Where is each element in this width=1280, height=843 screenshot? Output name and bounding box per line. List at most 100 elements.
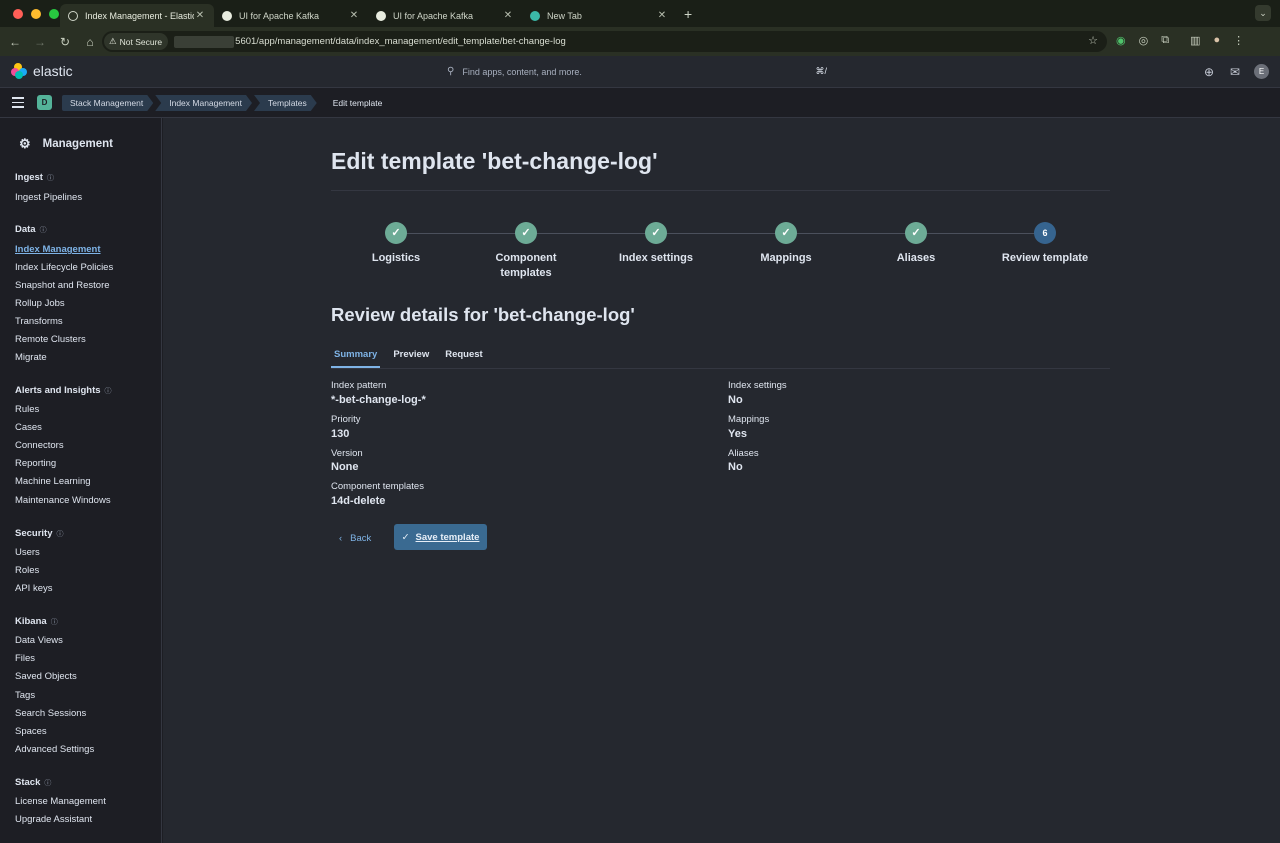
close-tab-icon[interactable]: ✕ (656, 10, 668, 21)
component-templates-label: Component templates (331, 481, 424, 492)
address-bar: ← → ↻ ⌂ ⚠ Not Secure 5601/app/management… (0, 27, 1280, 56)
space-avatar[interactable]: D (37, 95, 52, 110)
browser-tab[interactable]: New Tab ✕ (522, 4, 676, 27)
sidebar-item-ingest-pipelines[interactable]: Ingest Pipelines (15, 192, 82, 203)
back-arrow-icon[interactable]: ← (3, 35, 27, 49)
sidebar-item-migrate[interactable]: Migrate (15, 352, 47, 363)
extension-icon[interactable]: ◎ (1139, 34, 1149, 47)
info-icon[interactable]: ⓘ (44, 780, 51, 787)
browser-tab[interactable]: UI for Apache Kafka ✕ (214, 4, 368, 27)
browser-tab[interactable]: UI for Apache Kafka ✕ (368, 4, 522, 27)
minimize-window-button[interactable] (31, 8, 41, 19)
tab-request[interactable]: Request (442, 346, 485, 368)
menu-icon[interactable] (12, 97, 24, 111)
close-tab-icon[interactable]: ✕ (194, 10, 206, 21)
extension-icon[interactable]: ◉ (1116, 34, 1126, 47)
sidebar-group-security: Security ⓘ (15, 528, 64, 539)
info-icon[interactable]: ⓘ (105, 388, 112, 395)
tab-search-button[interactable]: ⌄ (1255, 5, 1271, 21)
info-icon[interactable]: ⓘ (40, 227, 47, 234)
new-tab-icon (530, 10, 540, 21)
gear-icon: ⚙ (19, 136, 31, 151)
sidebar-item-license-management[interactable]: License Management (15, 796, 106, 807)
reload-icon[interactable]: ↻ (53, 35, 77, 49)
sidebar-item-index-management[interactable]: Index Management (15, 244, 101, 255)
sidebar-item-spaces[interactable]: Spaces (15, 726, 47, 737)
home-icon[interactable]: ⌂ (78, 35, 102, 49)
security-indicator[interactable]: ⚠ Not Secure (104, 33, 169, 50)
sidepanel-icon[interactable]: ▥ (1190, 34, 1200, 47)
info-icon[interactable]: ⓘ (51, 619, 58, 626)
tab-summary[interactable]: Summary (331, 346, 381, 368)
sidebar-item-files[interactable]: Files (15, 653, 35, 664)
sidebar-item-remote-clusters[interactable]: Remote Clusters (15, 334, 86, 345)
back-button[interactable]: ‹ Back (333, 525, 377, 551)
management-sidebar: ⚙ Management Ingest ⓘ Ingest Pipelines Da… (0, 118, 162, 843)
info-icon[interactable]: ⓘ (57, 531, 64, 538)
close-tab-icon[interactable]: ✕ (348, 10, 360, 21)
news-feed-icon[interactable]: ✉ (1230, 65, 1240, 79)
url-text: 5601/app/management/data/index_managemen… (235, 36, 566, 47)
forward-arrow-icon[interactable]: → (28, 35, 52, 49)
avatar[interactable]: E (1254, 64, 1269, 79)
sidebar-item-users[interactable]: Users (15, 547, 40, 558)
sidebar-item-data-views[interactable]: Data Views (15, 635, 63, 646)
search-icon: ⚲ (447, 66, 455, 77)
sidebar-item-api-keys[interactable]: API keys (15, 583, 53, 594)
sidebar-item-snapshot-and-restore[interactable]: Snapshot and Restore (15, 280, 110, 291)
sidebar-item-maintenance-windows[interactable]: Maintenance Windows (15, 495, 111, 506)
sidebar-item-index-lifecycle-policies[interactable]: Index Lifecycle Policies (15, 262, 113, 273)
sidebar-item-transforms[interactable]: Transforms (15, 316, 63, 327)
elastic-logo[interactable]: elastic (11, 63, 73, 79)
step-label: Index settings (619, 252, 693, 264)
check-icon: ✓ (905, 222, 927, 244)
step-aliases[interactable]: ✓ Aliases (851, 222, 981, 266)
profile-icon[interactable]: ● (1213, 34, 1220, 47)
sidebar-item-cases[interactable]: Cases (15, 422, 42, 433)
bookmark-star-icon[interactable]: ☆ (1088, 34, 1098, 47)
step-component-templates[interactable]: ✓ Component templates (461, 222, 591, 281)
check-icon: ✓ (515, 222, 537, 244)
sidebar-item-roles[interactable]: Roles (15, 565, 39, 576)
browser-tab[interactable]: Index Management - Elastic ✕ (60, 4, 214, 27)
step-logistics[interactable]: ✓ Logistics (331, 222, 461, 266)
review-tabs: Summary Preview Request (331, 346, 1110, 369)
globe-icon (68, 10, 78, 21)
save-template-button[interactable]: ✓ Save template (394, 524, 487, 550)
sidebar-item-reporting[interactable]: Reporting (15, 458, 56, 469)
version-label: Version (331, 448, 363, 459)
sidebar-item-upgrade-assistant[interactable]: Upgrade Assistant (15, 814, 92, 825)
check-icon: ✓ (385, 222, 407, 244)
breadcrumb-index-management[interactable]: Index Management (155, 95, 252, 111)
browser-tab-title: UI for Apache Kafka (393, 10, 474, 21)
close-tab-icon[interactable]: ✕ (502, 10, 514, 21)
sidebar-item-tags[interactable]: Tags (15, 690, 35, 701)
sidebar-item-machine-learning[interactable]: Machine Learning (15, 476, 91, 487)
step-review-template[interactable]: 6 Review template (980, 222, 1110, 266)
breadcrumb-stack-management[interactable]: Stack Management (62, 95, 153, 111)
sidebar-item-connectors[interactable]: Connectors (15, 440, 64, 451)
sidebar-item-rules[interactable]: Rules (15, 404, 39, 415)
priority-label: Priority (331, 414, 361, 425)
help-icon[interactable]: ⊕ (1204, 65, 1214, 79)
search-placeholder: Find apps, content, and more. (462, 66, 582, 77)
index-pattern-value: *-bet-change-log-* (331, 394, 426, 406)
tab-preview[interactable]: Preview (390, 346, 432, 368)
chevron-left-icon: ‹ (339, 532, 343, 544)
close-window-button[interactable] (13, 8, 23, 19)
info-icon[interactable]: ⓘ (47, 175, 54, 182)
sidebar-item-rollup-jobs[interactable]: Rollup Jobs (15, 298, 65, 309)
sidebar-item-saved-objects[interactable]: Saved Objects (15, 671, 77, 682)
sidebar-item-search-sessions[interactable]: Search Sessions (15, 708, 86, 719)
maximize-window-button[interactable] (49, 8, 59, 19)
breadcrumb-templates[interactable]: Templates (254, 95, 317, 111)
sidebar-item-advanced-settings[interactable]: Advanced Settings (15, 744, 94, 755)
global-search[interactable]: ⚲ Find apps, content, and more. ⌘/ (447, 66, 827, 77)
more-menu-icon[interactable]: ⋮ (1233, 34, 1244, 47)
back-button-label: Back (350, 532, 372, 544)
new-tab-button[interactable]: + (676, 6, 700, 22)
step-index-settings[interactable]: ✓ Index settings (591, 222, 721, 266)
url-field[interactable]: ⚠ Not Secure 5601/app/management/data/in… (102, 31, 1107, 52)
puzzle-icon[interactable]: ⧉ (1161, 34, 1169, 47)
step-mappings[interactable]: ✓ Mappings (721, 222, 851, 266)
